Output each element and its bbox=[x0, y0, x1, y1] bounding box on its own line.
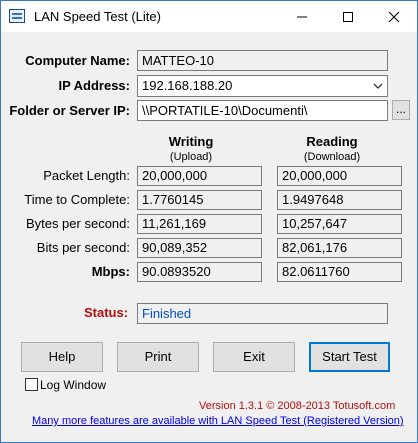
chevron-down-icon bbox=[373, 83, 383, 89]
packet-length-label: Packet Length: bbox=[43, 168, 130, 183]
time-to-complete-writing: 1.7760145 bbox=[137, 190, 262, 210]
bytes-per-second-label: Bytes per second: bbox=[25, 216, 130, 231]
log-window-label[interactable]: Log Window bbox=[40, 378, 106, 392]
main-window: LAN Speed Test (Lite) Computer Name: MAT… bbox=[0, 0, 418, 443]
reading-subheader: (Download) bbox=[303, 151, 361, 163]
minimize-icon bbox=[297, 16, 307, 17]
bits-per-second-writing: 90,089,352 bbox=[137, 238, 262, 258]
bytes-per-second-reading: 10,257,647 bbox=[277, 214, 402, 234]
mbps-writing: 90.0893520 bbox=[137, 262, 262, 282]
window-title: LAN Speed Test (Lite) bbox=[34, 9, 161, 24]
ip-address-value: 192.168.188.20 bbox=[142, 78, 233, 93]
maximize-button[interactable] bbox=[325, 1, 371, 32]
reading-header: Reading bbox=[306, 134, 358, 149]
close-button[interactable] bbox=[371, 1, 417, 32]
browse-button[interactable]: ... bbox=[392, 100, 410, 120]
ip-address-label: IP Address: bbox=[58, 78, 130, 93]
bits-per-second-label: Bits per second: bbox=[36, 240, 130, 255]
ip-address-select[interactable]: 192.168.188.20 bbox=[137, 75, 388, 97]
help-button[interactable]: Help bbox=[21, 342, 103, 372]
time-to-complete-reading: 1.9497648 bbox=[277, 190, 402, 210]
print-button[interactable]: Print bbox=[117, 342, 199, 372]
status-field: Finished bbox=[137, 303, 388, 324]
packet-length-writing: 20,000,000 bbox=[137, 166, 262, 186]
bytes-per-second-writing: 11,261,169 bbox=[137, 214, 262, 234]
mbps-label: Mbps: bbox=[91, 264, 130, 279]
mbps-reading: 82.0611760 bbox=[277, 262, 402, 282]
registered-version-link[interactable]: Many more features are available with LA… bbox=[32, 415, 404, 427]
version-text: Version 1.3.1 © 2008-2013 Totusoft.com bbox=[199, 400, 396, 412]
minimize-button[interactable] bbox=[279, 1, 325, 32]
start-test-button[interactable]: Start Test bbox=[309, 342, 390, 372]
computer-name-field: MATTEO-10 bbox=[137, 50, 388, 71]
maximize-icon bbox=[343, 11, 353, 22]
log-window-checkbox[interactable] bbox=[25, 378, 38, 391]
writing-subheader: (Upload) bbox=[169, 151, 213, 163]
bits-per-second-reading: 82,061,176 bbox=[277, 238, 402, 258]
time-to-complete-label: Time to Complete: bbox=[24, 192, 130, 207]
status-label: Status: bbox=[84, 305, 129, 320]
exit-button[interactable]: Exit bbox=[213, 342, 295, 372]
writing-header: Writing bbox=[168, 134, 214, 149]
packet-length-reading: 20,000,000 bbox=[277, 166, 402, 186]
computer-name-label: Computer Name: bbox=[25, 53, 130, 68]
close-icon bbox=[388, 11, 400, 22]
title-bar[interactable]: LAN Speed Test (Lite) bbox=[1, 1, 417, 32]
folder-input[interactable]: \\PORTATILE-10\Documenti\ bbox=[137, 100, 388, 121]
folder-label: Folder or Server IP: bbox=[9, 103, 130, 118]
app-icon bbox=[9, 9, 25, 23]
